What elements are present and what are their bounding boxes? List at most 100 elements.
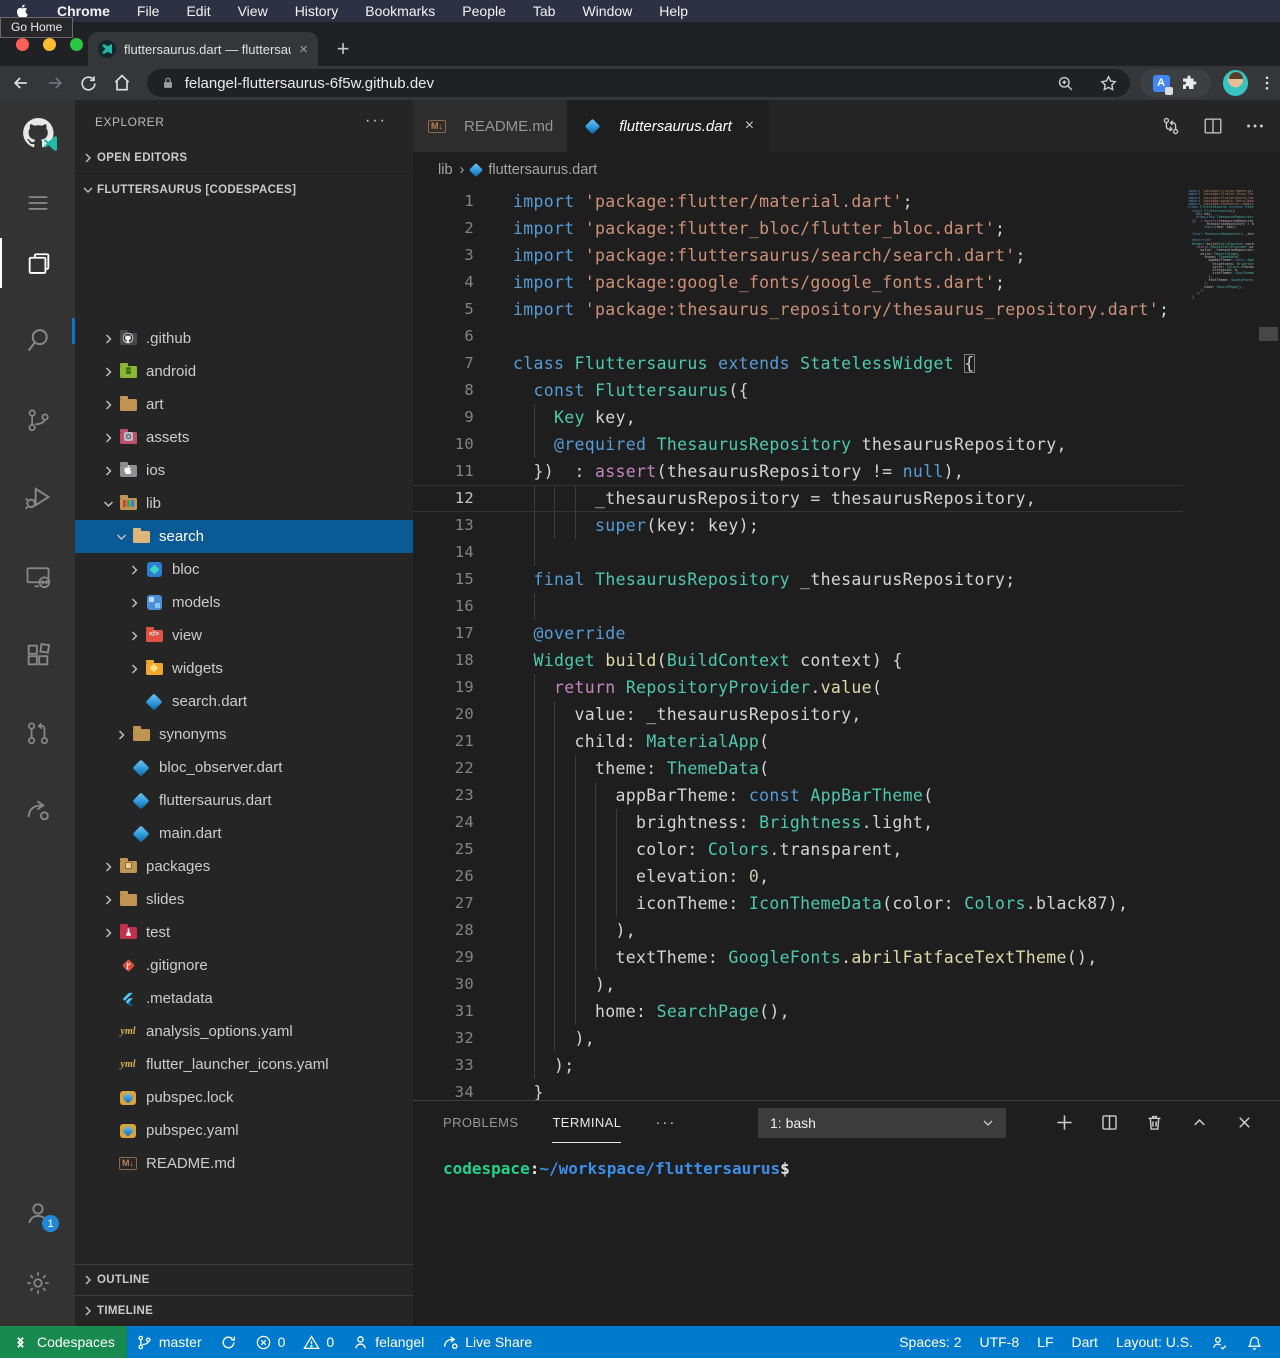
tree-item-art[interactable]: art	[75, 388, 413, 421]
code-line-28[interactable]: 28 ),	[413, 917, 1183, 944]
panel-more-actions-icon[interactable]: ···	[655, 1114, 676, 1131]
line-number[interactable]: 10	[413, 431, 474, 458]
open-changes-icon[interactable]	[1160, 115, 1182, 137]
activity-bar-item-account[interactable]: 1	[0, 1188, 75, 1238]
tree-item-lib[interactable]: lib	[75, 487, 413, 520]
line-number[interactable]: 1	[413, 188, 474, 215]
activity-bar-item-remote-explorer[interactable]	[0, 552, 75, 602]
code-line-6[interactable]: 6	[413, 323, 1183, 350]
line-number[interactable]: 15	[413, 566, 474, 593]
line-number[interactable]: 31	[413, 998, 474, 1025]
chevron-right-icon[interactable]	[125, 595, 144, 611]
code-line-18[interactable]: 18 Widget build(BuildContext context) {	[413, 647, 1183, 674]
line-number[interactable]: 16	[413, 593, 474, 620]
tree-item--github[interactable]: .github	[75, 322, 413, 355]
line-number[interactable]: 8	[413, 377, 474, 404]
minimize-window-button[interactable]	[43, 38, 56, 51]
menu-item-file[interactable]: File	[137, 3, 160, 19]
menu-item-people[interactable]: People	[462, 3, 506, 19]
chevron-right-icon[interactable]	[99, 925, 118, 941]
editor-tab-readme-md[interactable]: M↓README.md	[413, 100, 568, 152]
activity-bar-item-settings[interactable]	[0, 1258, 75, 1308]
activity-bar-item-source-control[interactable]	[0, 395, 75, 445]
kill-terminal-trash-icon[interactable]	[1145, 1113, 1164, 1132]
address-bar[interactable]: felangel-fluttersaurus-6f5w.github.dev	[147, 69, 1130, 97]
tree-item-ios[interactable]: ios	[75, 454, 413, 487]
branch-indicator[interactable]: master	[127, 1326, 211, 1358]
tree-item-assets[interactable]: assets	[75, 421, 413, 454]
encoding-indicator[interactable]: UTF-8	[970, 1326, 1028, 1358]
code-line-29[interactable]: 29 textTheme: GoogleFonts.abrilFatfaceTe…	[413, 944, 1183, 971]
editor-more-actions-icon[interactable]	[1244, 115, 1266, 137]
activity-bar-item-github-pull-request[interactable]	[0, 708, 75, 758]
code-line-26[interactable]: 26 elevation: 0,	[413, 863, 1183, 890]
line-number[interactable]: 22	[413, 755, 474, 782]
chevron-right-icon[interactable]	[112, 727, 131, 743]
split-editor-icon[interactable]	[1202, 115, 1224, 137]
code-line-19[interactable]: 19 return RepositoryProvider.value(	[413, 674, 1183, 701]
code-line-13[interactable]: 13 super(key: key);	[413, 512, 1183, 539]
code-line-30[interactable]: 30 ),	[413, 971, 1183, 998]
tree-item-widgets[interactable]: widgets	[75, 652, 413, 685]
project-section-header[interactable]: FLUTTERSAURUS [CODESPACES]	[75, 173, 413, 206]
line-number[interactable]: 19	[413, 674, 474, 701]
translate-extension-icon[interactable]: A	[1153, 75, 1170, 92]
chevron-right-icon[interactable]	[125, 661, 144, 677]
code-line-4[interactable]: 4import 'package:google_fonts/google_fon…	[413, 269, 1183, 296]
split-terminal-icon[interactable]	[1100, 1113, 1119, 1132]
activity-bar-item-run-debug[interactable]	[0, 472, 75, 522]
url-text[interactable]: felangel-fluttersaurus-6f5w.github.dev	[185, 75, 1056, 92]
line-number[interactable]: 2	[413, 215, 474, 242]
timeline-section[interactable]: TIMELINE	[75, 1295, 413, 1326]
editor-tab-fluttersaurus-dart[interactable]: fluttersaurus.dart×	[568, 100, 769, 152]
tree-item-android[interactable]: android	[75, 355, 413, 388]
code-line-33[interactable]: 33 );	[413, 1052, 1183, 1079]
tree-item--metadata[interactable]: .metadata	[75, 982, 413, 1015]
line-number[interactable]: 33	[413, 1052, 474, 1079]
code-line-24[interactable]: 24 brightness: Brightness.light,	[413, 809, 1183, 836]
chevron-right-icon[interactable]	[99, 397, 118, 413]
problems-warnings[interactable]: 0	[294, 1326, 343, 1358]
code-lines[interactable]: 1import 'package:flutter/material.dart';…	[413, 188, 1183, 1100]
chevron-down-icon[interactable]	[99, 496, 118, 512]
tree-item-test[interactable]: test	[75, 916, 413, 949]
line-number[interactable]: 7	[413, 350, 474, 377]
menu-item-help[interactable]: Help	[659, 3, 688, 19]
code-line-2[interactable]: 2import 'package:flutter_bloc/flutter_bl…	[413, 215, 1183, 242]
layout-indicator[interactable]: Layout: U.S.	[1107, 1326, 1202, 1358]
menu-item-view[interactable]: View	[238, 3, 268, 19]
line-number[interactable]: 21	[413, 728, 474, 755]
code-line-34[interactable]: 34 }	[413, 1079, 1183, 1100]
menu-item-edit[interactable]: Edit	[186, 3, 210, 19]
activity-bar-item-extensions[interactable]	[0, 630, 75, 680]
activity-bar-item-explorer[interactable]	[0, 238, 75, 288]
tab-close-icon[interactable]: ×	[745, 117, 754, 135]
new-tab-button[interactable]: +	[330, 36, 356, 62]
line-number[interactable]: 30	[413, 971, 474, 998]
chevron-right-icon[interactable]	[99, 859, 118, 875]
activity-bar-item-menu[interactable]	[0, 178, 75, 228]
eol-indicator[interactable]: LF	[1028, 1326, 1062, 1358]
tree-item-packages[interactable]: packages	[75, 850, 413, 883]
code-line-15[interactable]: 15 final ThesaurusRepository _thesaurusR…	[413, 566, 1183, 593]
code-line-1[interactable]: 1import 'package:flutter/material.dart';	[413, 188, 1183, 215]
code-line-8[interactable]: 8 const Fluttersaurus({	[413, 377, 1183, 404]
problems-errors[interactable]: 0	[246, 1326, 295, 1358]
panel-tab-problems[interactable]: PROBLEMS	[443, 1101, 518, 1143]
code-line-14[interactable]: 14	[413, 539, 1183, 566]
code-line-25[interactable]: 25 color: Colors.transparent,	[413, 836, 1183, 863]
line-number[interactable]: 18	[413, 647, 474, 674]
tree-item-models[interactable]: models	[75, 586, 413, 619]
chevron-right-icon[interactable]	[99, 463, 118, 479]
reload-icon[interactable]	[75, 70, 101, 96]
tree-item-main-dart[interactable]: main.dart	[75, 817, 413, 850]
tree-item-search[interactable]: search	[75, 520, 413, 553]
breadcrumb[interactable]: lib › fluttersaurus.dart	[413, 152, 1280, 188]
live-share-status[interactable]: Live Share	[433, 1326, 541, 1358]
menu-item-window[interactable]: Window	[582, 3, 632, 19]
terminal-content[interactable]: codespace:~/workspace/fluttersaurus$	[413, 1143, 1280, 1178]
tree-item-pubspec-yaml[interactable]: pubspec.yaml	[75, 1114, 413, 1147]
notifications-bell[interactable]	[1237, 1326, 1272, 1358]
indent-indicator[interactable]: Spaces: 2	[890, 1326, 970, 1358]
home-icon[interactable]	[109, 70, 135, 96]
